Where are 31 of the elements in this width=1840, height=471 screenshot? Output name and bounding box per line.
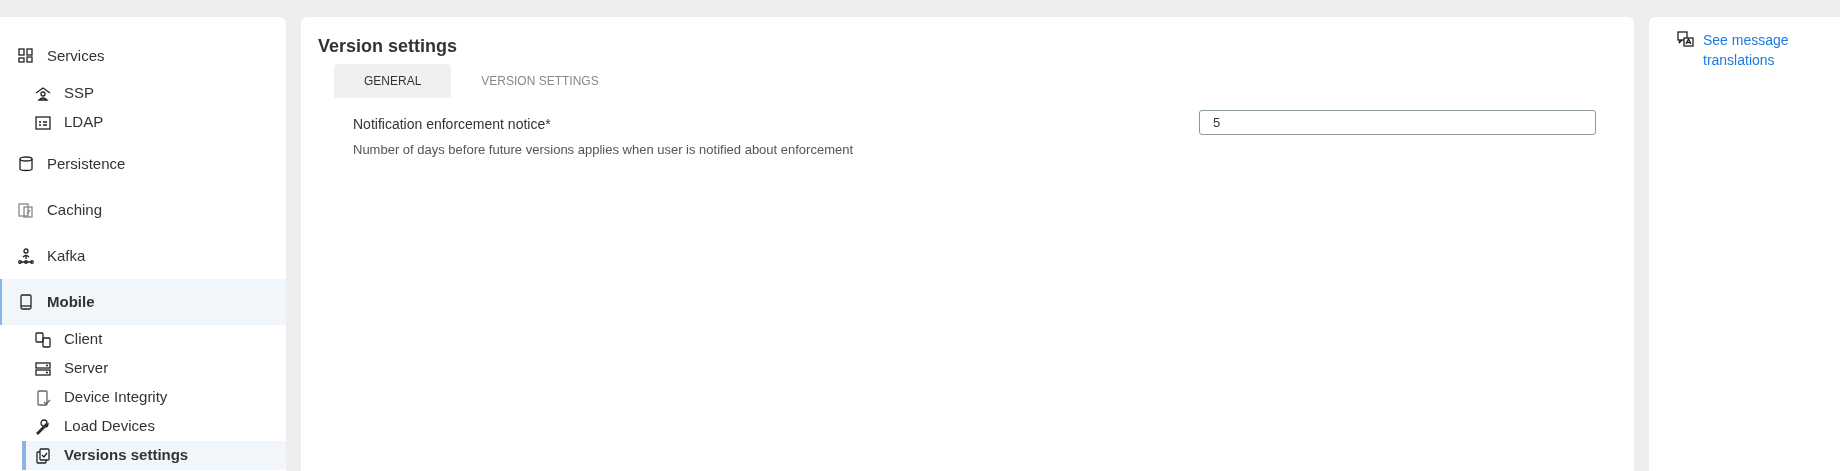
translations-link[interactable]: See message translations [1703,30,1813,70]
tab[interactable]: VERSION SETTINGS [451,64,629,98]
tab[interactable]: GENERAL [334,64,452,98]
translate-icon [1677,31,1695,49]
input-field[interactable]: 5 [1199,110,1596,135]
sidebar-item[interactable]: Kafka [0,233,286,279]
phone-icon [17,293,35,311]
device-check-icon [34,388,52,407]
sidebar-subitem[interactable]: Client [22,325,286,354]
documents-icon [34,446,52,465]
sidebar-item[interactable]: Caching [0,187,286,233]
page-title: Version settings [318,35,459,58]
devices-icon [34,330,52,349]
field-description: Number of days before future versions applies when user is notified about enforcement [353,141,854,159]
sidebar-item[interactable]: Persistence [0,141,286,187]
wrench-icon [34,417,52,436]
sidebar-subitem[interactable]: Load Devices [22,412,286,441]
sidebar-subitem[interactable]: Device Integrity [22,383,286,412]
sidebar-subitem[interactable]: SSP [22,79,286,108]
sidebar-subitem[interactable]: Versions settings [22,441,286,470]
server-icon [34,359,52,378]
id-card-icon [34,113,52,132]
grid-icon [17,47,35,65]
sidebar-subitem[interactable]: Server [22,354,286,383]
network-icon [17,247,35,265]
sidebar-subitem[interactable]: LDAP [22,108,286,137]
database-icon [17,155,35,173]
sidebar-item[interactable]: Mobile [0,279,286,325]
cache-icon [17,201,35,219]
field-label: Notification enforcement notice* [353,115,552,134]
sidebar-item[interactable]: Services [0,33,286,79]
